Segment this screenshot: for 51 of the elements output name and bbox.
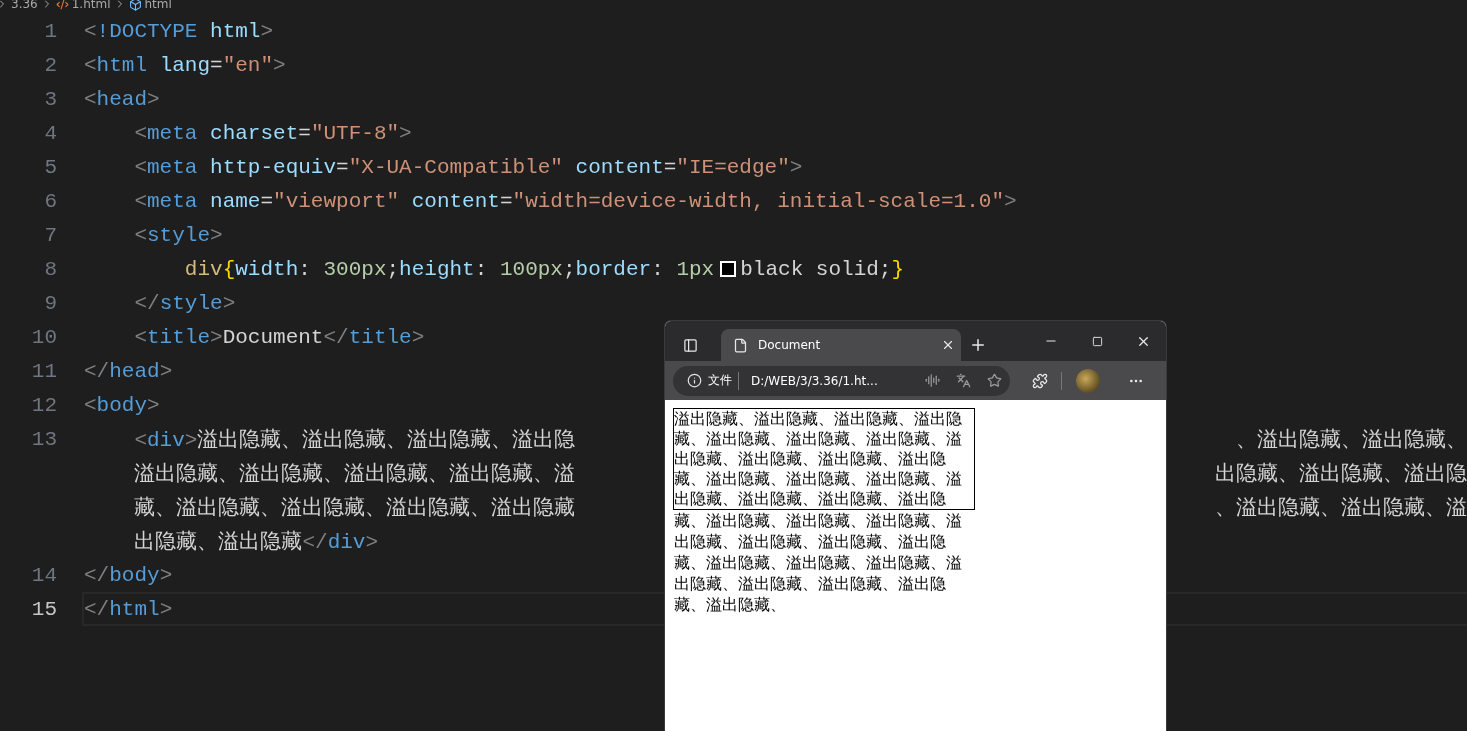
page-icon <box>733 337 748 353</box>
info-icon <box>687 373 702 388</box>
code-text: <body> <box>84 393 160 417</box>
browser-tab[interactable]: Document <box>721 329 961 361</box>
line-number: 10 <box>30 325 57 349</box>
security-label: 文件 <box>708 372 732 389</box>
div-text: 溢出隐藏、溢出隐藏、溢出隐藏、溢出隐藏、溢出隐藏、溢出隐藏、溢出隐藏、溢出隐藏、溢出隐藏、溢出隐藏、溢出隐藏、溢出隐藏、溢出隐藏、溢出隐藏、溢出隐藏、溢出隐藏、溢出隐藏、溢出隐 <box>674 409 963 509</box>
line-number: 14 <box>30 563 57 587</box>
line-number: 5 <box>43 155 57 179</box>
code-text: </head> <box>84 359 173 383</box>
code-text: 出隐藏、溢出隐藏</div> <box>133 529 379 555</box>
code-text: <!DOCTYPE html> <box>84 19 274 43</box>
code-text: <title>Document</title> <box>133 325 425 349</box>
code-text: 出隐藏、溢出隐藏、溢出隐 <box>1215 461 1467 487</box>
line-number: 1 <box>43 19 57 43</box>
code-text: 藏、溢出隐藏、溢出隐藏、溢出隐藏、溢出隐藏 <box>133 495 576 521</box>
code-text: black solid;} <box>740 257 905 281</box>
translate-icon[interactable] <box>956 373 971 388</box>
line-number: 4 <box>43 121 57 145</box>
line-number: 11 <box>30 359 57 383</box>
read-aloud-icon[interactable] <box>925 373 940 388</box>
line-number: 3 <box>43 87 57 111</box>
line-number: 8 <box>43 257 57 281</box>
url-text: D:/WEB/3/3.36/1.ht... <box>751 373 878 388</box>
code-text: </body> <box>84 563 173 587</box>
address-bar[interactable]: 文件 D:/WEB/3/3.36/1.ht... <box>673 365 1010 396</box>
star-icon[interactable] <box>987 373 1002 388</box>
line-number: 6 <box>43 189 57 213</box>
code-text: <div>溢出隐藏、溢出隐藏、溢出隐藏、溢出隐 <box>133 427 576 453</box>
code-text: <meta http-equiv="X-UA-Compatible" content="IE=edge"> <box>133 155 803 179</box>
close-tab-icon[interactable] <box>941 338 955 352</box>
code-text: <html lang="en"> <box>84 53 286 77</box>
cube-icon <box>128 0 142 11</box>
code-text: 、溢出隐藏、溢出隐藏、 <box>1236 427 1467 453</box>
code-icon <box>55 0 69 11</box>
code-text: </style> <box>133 291 236 315</box>
code-text: </html> <box>84 597 173 621</box>
line-number: 12 <box>30 393 57 417</box>
code-text: <head> <box>84 87 160 111</box>
code-text: <meta name="viewport" content="width=device-width, initial-scale=1.0"> <box>133 189 1017 213</box>
code-text: <meta charset="UTF-8"> <box>133 121 412 145</box>
code-text: div{width: 300px;height: 100px;border: 1px <box>183 257 715 281</box>
overflow-text: 藏、溢出隐藏、溢出隐藏、溢出隐藏、溢出隐藏、溢出隐藏、溢出隐藏、溢出隐藏、溢出隐藏、溢出隐藏、溢出隐藏、溢出隐藏、溢出隐藏、溢出隐藏、溢出隐藏、溢出隐藏、 <box>673 510 963 615</box>
code-text: 、溢出隐藏、溢出隐藏、溢 <box>1215 495 1467 521</box>
code-text: 溢出隐藏、溢出隐藏、溢出隐藏、溢出隐藏、溢 <box>133 461 576 487</box>
line-number: 13 <box>30 427 57 451</box>
line-number: 2 <box>43 53 57 77</box>
line-number: 15 <box>30 597 57 621</box>
line-number: 9 <box>43 291 57 315</box>
code-text: <style> <box>133 223 223 247</box>
line-number: 7 <box>43 223 57 247</box>
